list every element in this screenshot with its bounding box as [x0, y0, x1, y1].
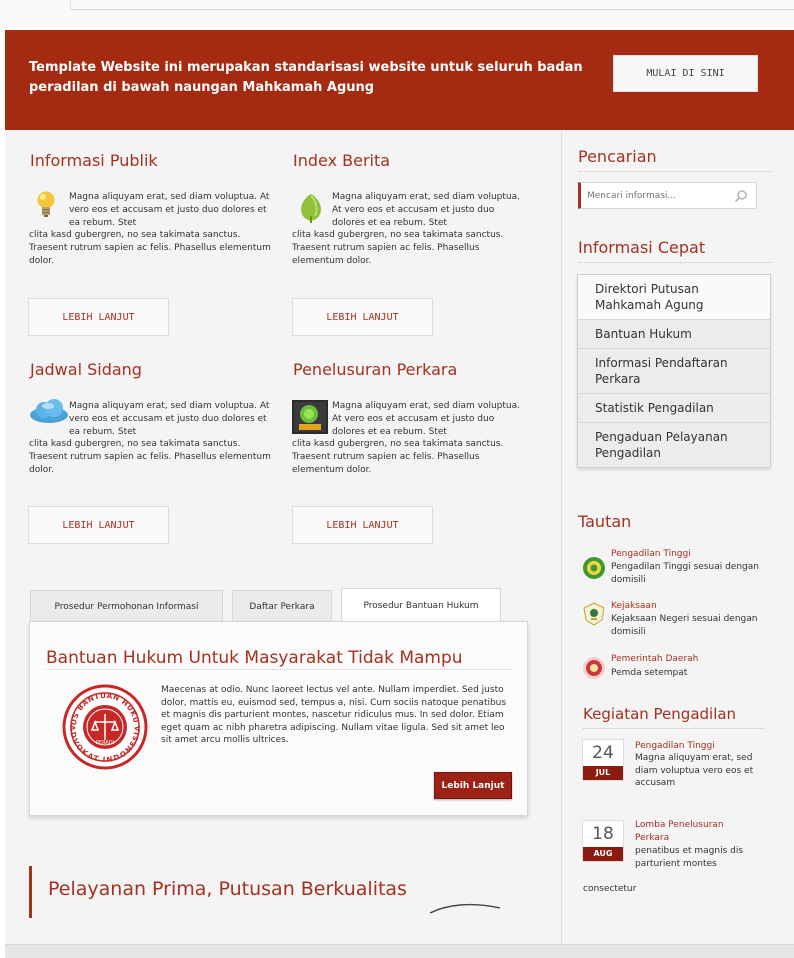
search-input[interactable]: [587, 188, 727, 203]
event-date-2: 18 AUG: [582, 820, 624, 862]
link-desc-kejaksaan: Kejaksaan Negeri sesuai dengan domisili: [611, 614, 758, 637]
section-text-informasi-publik: Magna aliquyam erat, sed diam voluptua. …: [29, 191, 271, 268]
link-desc-pemda: Pemda setempat: [611, 668, 688, 678]
link-desc-pengadilan-tinggi: Pengadilan Tinggi sesuai dengan domisili: [611, 562, 759, 585]
event-day: 24: [592, 743, 614, 763]
event-desc-1: Magna aliquyam erat, sed diam voluptua v…: [635, 753, 754, 788]
kejaksaan-logo-icon[interactable]: [582, 602, 606, 626]
section-title-index-berita: Index Berita: [293, 151, 391, 170]
section-text-jadwal-sidang: Magna aliquyam erat, sed diam voluptua. …: [29, 400, 271, 477]
read-more-button[interactable]: Lebih Lanjut: [434, 772, 512, 799]
section-text-lead: Magna aliquyam erat, sed diam voluptua. …: [69, 192, 270, 228]
search-title: Pencarian: [578, 147, 657, 166]
top-divider: [70, 9, 794, 10]
panel-title: Bantuan Hukum Untuk Masyarakat Tidak Mam…: [46, 648, 463, 668]
section-text-rest: clita kasd gubergren, no sea takimata sa…: [292, 439, 504, 475]
search-box: [578, 182, 757, 209]
more-button-jadwal-sidang[interactable]: LEBIH LANJUT: [28, 506, 169, 544]
legal-aid-seal-icon: POS BANTUAN HUKUM ADVOKAT INDONESIA PERA…: [62, 684, 148, 770]
seal-center-text: PERADI: [96, 740, 114, 746]
event-title-1[interactable]: Pengadilan Tinggi: [635, 740, 775, 753]
event-day: 18: [592, 824, 614, 844]
section-text-lead: Magna aliquyam erat, sed diam voluptua. …: [332, 192, 520, 228]
event-month: AUG: [583, 847, 623, 861]
search-title-divider: [578, 171, 771, 172]
panel-divider: [46, 669, 511, 670]
event-month: JUL: [583, 766, 623, 780]
events-title: Kegiatan Pengadilan: [583, 705, 737, 723]
intro-banner: Template Website ini merupakan standaris…: [5, 30, 794, 130]
quick-item-statistik[interactable]: Statistik Pengadilan: [578, 394, 770, 423]
section-text-rest: clita kasd gubergren, no sea takimata sa…: [29, 230, 271, 266]
quick-info-list: Direktori Putusan Mahkamah Agung Bantuan…: [577, 274, 771, 468]
section-title-penelusuran-perkara: Penelusuran Perkara: [293, 360, 458, 379]
section-text-index-berita: Magna aliquyam erat, sed diam voluptua. …: [292, 191, 528, 268]
quick-item-bantuan-hukum[interactable]: Bantuan Hukum: [578, 320, 770, 349]
top-bar: [0, 0, 794, 28]
banner-text: Template Website ini merupakan standaris…: [29, 60, 583, 95]
tab-prosedur-bantuan-hukum[interactable]: Prosedur Bantuan Hukum: [341, 588, 501, 622]
section-title-informasi-publik: Informasi Publik: [30, 151, 158, 170]
event-date-1: 24 JUL: [582, 739, 624, 781]
footer-strip: [5, 944, 794, 958]
event-title-2[interactable]: Lomba Penelusuran Perkara: [635, 819, 747, 844]
quick-item-pengaduan[interactable]: Pengaduan Pelayanan Pengadilan: [578, 423, 770, 467]
more-button-informasi-publik[interactable]: LEBIH LANJUT: [28, 298, 169, 336]
link-title-pengadilan-tinggi[interactable]: Pengadilan Tinggi: [611, 549, 691, 559]
tab-daftar-perkara[interactable]: Daftar Perkara: [232, 590, 332, 622]
section-text-penelusuran-perkara: Magna aliquyam erat, sed diam voluptua. …: [292, 400, 528, 477]
more-button-penelusuran-perkara[interactable]: LEBIH LANJUT: [292, 506, 433, 544]
event-desc-2-tail: consectetur: [583, 884, 637, 894]
pemda-logo-icon[interactable]: [582, 656, 606, 680]
start-here-button[interactable]: MULAI DI SINI: [613, 55, 758, 92]
signature-swoosh-icon: [429, 903, 501, 914]
events-title-divider: [583, 728, 765, 729]
tagline: Pelayanan Prima, Putusan Berkualitas: [48, 878, 407, 900]
section-title-jadwal-sidang: Jadwal Sidang: [30, 360, 142, 379]
pengadilan-tinggi-logo-icon[interactable]: [582, 556, 606, 580]
link-title-kejaksaan[interactable]: Kejaksaan: [611, 601, 657, 611]
section-text-rest: clita kasd gubergren, no sea takimata sa…: [292, 230, 504, 266]
quick-info-title: Informasi Cepat: [578, 238, 706, 257]
section-text-lead: Magna aliquyam erat, sed diam voluptua. …: [69, 401, 270, 437]
more-button-index-berita[interactable]: LEBIH LANJUT: [292, 298, 433, 336]
tab-panel: Bantuan Hukum Untuk Masyarakat Tidak Mam…: [29, 621, 528, 816]
section-text-rest: clita kasd gubergren, no sea takimata sa…: [29, 439, 271, 475]
quick-item-direktori-putusan[interactable]: Direktori Putusan Mahkamah Agung: [578, 275, 770, 320]
links-title: Tautan: [578, 512, 632, 531]
search-icon[interactable]: [734, 189, 748, 203]
link-title-pemda[interactable]: Pemerintah Daerah: [611, 654, 698, 664]
section-text-lead: Magna aliquyam erat, sed diam voluptua. …: [332, 401, 520, 437]
quick-item-informasi-pendaftaran[interactable]: Informasi Pendaftaran Perkara: [578, 349, 770, 394]
top-divider-edge: [70, 0, 71, 10]
panel-text: Maecenas at odio. Nunc laoreet lectus ve…: [161, 685, 507, 746]
tab-prosedur-permohonan-informasi[interactable]: Prosedur Permohonan Informasi: [30, 590, 223, 622]
quick-info-divider: [578, 262, 771, 263]
tagline-accent: [29, 866, 32, 918]
event-desc-2: penatibus et magnis dis parturient monte…: [635, 846, 744, 869]
